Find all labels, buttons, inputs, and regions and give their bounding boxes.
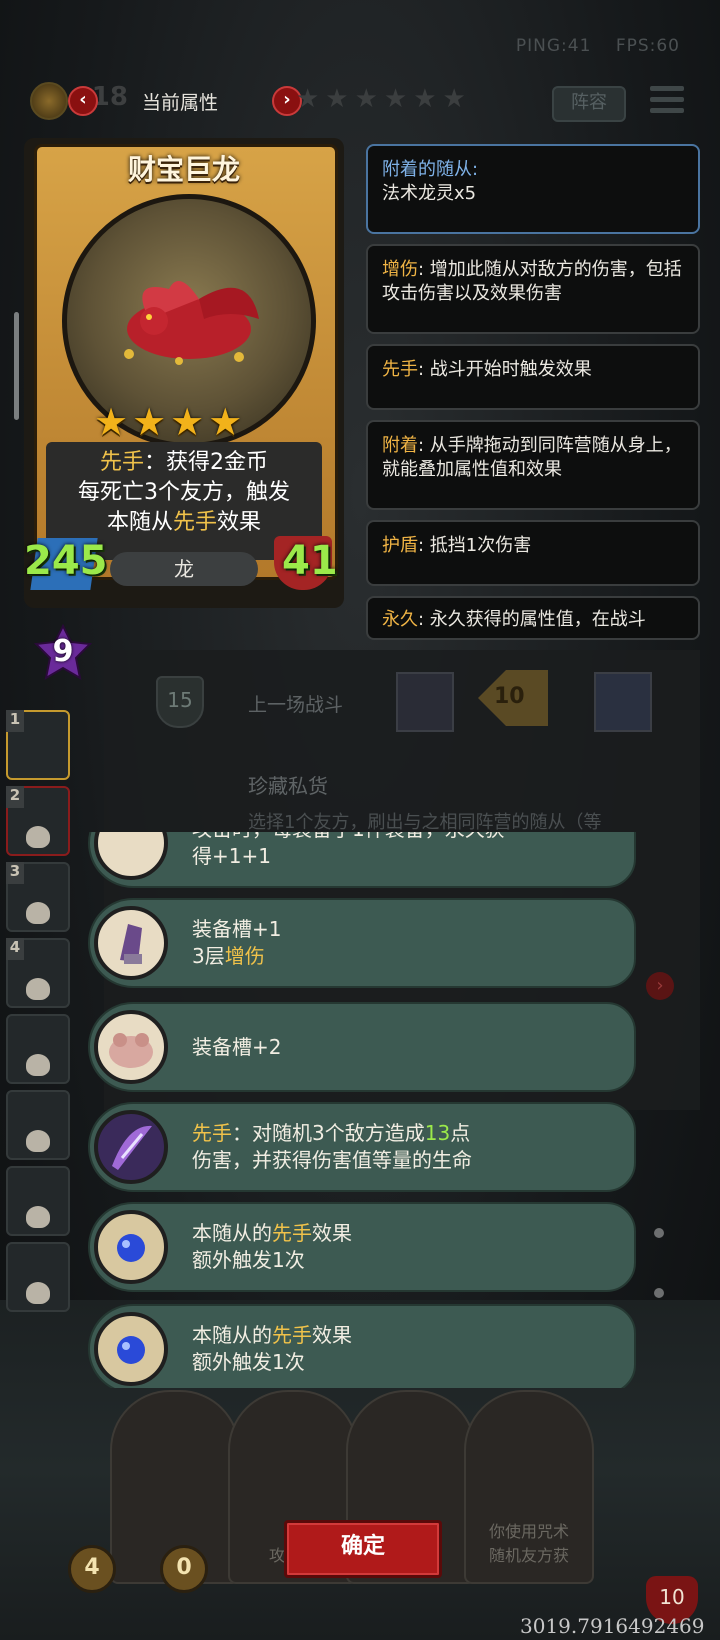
shop-card[interactable]: 你使用咒术 随机友方获 (464, 1390, 594, 1584)
skull-icon (26, 1282, 50, 1304)
attribute-title: 当前属性 (142, 92, 219, 114)
level-badge: 9 (33, 623, 93, 682)
minion-card: 财宝巨龙 ★★★★ 先手：获得2金币 每死亡3个友方，触发 本随从先手效果 24… (24, 138, 344, 608)
keyword-panel: 永久: 永久获得的属性值，在战斗 (366, 596, 700, 640)
skull-icon (26, 826, 50, 848)
level-value: 9 (52, 634, 74, 669)
item-text: 装备槽+1 3层增伤 (192, 917, 282, 968)
history-arrow-num: 10 (494, 684, 525, 709)
attached-item-list[interactable]: 攻击时，每装备了1件装备，永久获 得+1+1 装备槽+1 3层增伤 装备槽+2 … (86, 832, 638, 1388)
keyword-label: 附着 (382, 435, 418, 456)
history-thumb (396, 672, 454, 732)
history-thumb (594, 672, 652, 732)
card-stars: ★★★★ (94, 400, 247, 444)
skull-icon (26, 1054, 50, 1076)
roster-slot[interactable]: 1 (6, 710, 70, 780)
skull-icon (26, 1206, 50, 1228)
item-text: 先手：对随机3个敌方造成13点 伤害，并获得伤害值等量的生命 (192, 1121, 472, 1172)
keyword-panel: 护盾: 抵挡1次伤害 (366, 520, 700, 586)
item-text: 本随从的先手效果 额外触发1次 (192, 1221, 352, 1272)
footer-number: 3019.7916492469 (520, 1614, 705, 1638)
roster-slot[interactable]: 4 (6, 938, 70, 1008)
list-item[interactable]: 装备槽+1 3层增伤 (86, 898, 638, 988)
scrollbar[interactable] (14, 312, 19, 420)
keyword-panel: 先手: 战斗开始时触发效果 (366, 344, 700, 410)
health-value: 41 (282, 538, 338, 584)
pig-icon (94, 1010, 168, 1084)
skull-icon (26, 978, 50, 1000)
keyword-text: : 抵挡1次伤害 (418, 535, 532, 556)
roster-slot[interactable] (6, 1166, 70, 1236)
desc-text: ：获得2金币 (144, 450, 268, 475)
skull-icon (26, 902, 50, 924)
slot-number: 2 (6, 786, 24, 808)
slot-number: 1 (6, 710, 24, 732)
roster-slot[interactable] (6, 1090, 70, 1160)
gold-counter: 4 (68, 1545, 116, 1593)
keyword-label: 增伤 (382, 259, 418, 280)
list-item[interactable]: 先手：对随机3个敌方造成13点 伤害，并获得伤害值等量的生命 (86, 1102, 638, 1192)
slot-number: 4 (6, 938, 24, 960)
roster-slot[interactable] (6, 1014, 70, 1084)
scroll-dot (654, 1228, 664, 1238)
item-text: 本随从的先手效果 额外触发1次 (192, 1323, 352, 1374)
keyword-label: 附着的随从: (382, 159, 479, 180)
purple-blade-icon (94, 1110, 168, 1184)
roster-slot[interactable] (6, 1242, 70, 1312)
keyword-label: 先手 (382, 359, 418, 380)
fps-text: FPS:60 (615, 36, 680, 56)
gold-counter: 0 (160, 1545, 208, 1593)
blue-orb-icon (94, 1210, 168, 1284)
list-item[interactable]: 本随从的先手效果 额外触发1次 (86, 1202, 638, 1292)
keyword-panel: 增伤: 增加此随从对敌方的伤害，包括攻击伤害以及效果伤害 (366, 244, 700, 334)
coin-icon (30, 82, 68, 120)
desc-text: 每死亡3个友方，触发 (78, 480, 290, 505)
keyword-label: 护盾 (382, 535, 418, 556)
keyword-text: : 永久获得的属性值，在战斗 (418, 609, 646, 630)
roster-slot[interactable]: 2 (6, 786, 70, 856)
top-bar: +18 ‹ 当前属性 › ★★★★★★ 阵容 (0, 78, 720, 126)
attack-value: 245 (24, 538, 108, 584)
list-item[interactable]: 本随从的先手效果 额外触发1次 (86, 1304, 638, 1388)
gauntlet-icon (94, 906, 168, 980)
keyword-label: 永久 (382, 609, 418, 630)
chevron-right-icon[interactable]: › (646, 972, 674, 1000)
slot-number: 3 (6, 862, 24, 884)
list-item[interactable]: 攻击时，每装备了1件装备，永久获 得+1+1 (86, 832, 638, 888)
tavern-stars: ★★★★★★ (296, 84, 472, 114)
shield-icon: 15 (156, 676, 204, 728)
keyword-panel-attached: 附着的随从: 法术龙灵x5 (366, 144, 700, 234)
item-text: 装备槽+2 (192, 1035, 282, 1059)
lineup-button[interactable]: 阵容 (552, 86, 626, 122)
skull-icon (26, 1130, 50, 1152)
card-name: 财宝巨龙 (127, 153, 240, 186)
tribe-label: 龙 (110, 552, 258, 586)
confirm-button[interactable]: 确定 (284, 1520, 442, 1578)
history-title: 上一场战斗 (248, 694, 344, 716)
item-text: 攻击时，每装备了1件装备，永久获 得+1+1 (192, 832, 505, 868)
status-bar: PING:41 FPS:60 (498, 36, 680, 56)
keyword-text: 法术龙灵x5 (382, 183, 477, 204)
keyword-text: : 从手牌拖动到同阵营随从身上，就能叠加属性值和效果 (382, 435, 682, 480)
list-item[interactable]: 装备槽+2 (86, 1002, 638, 1092)
keyword-panel: 附着: 从手牌拖动到同阵营随从身上，就能叠加属性值和效果 (366, 420, 700, 510)
roster-slot[interactable]: 3 (6, 862, 70, 932)
desc-text: 效果 (217, 510, 262, 535)
desc-text: 本随从 (106, 510, 173, 535)
keyword-text: 先手 (172, 510, 217, 535)
blue-orb-icon (94, 1312, 168, 1386)
scroll-dot (654, 1288, 664, 1298)
keyword-text: 先手 (99, 450, 144, 475)
keyword-text: : 战斗开始时触发效果 (418, 359, 592, 380)
ping-text: PING:41 (515, 36, 592, 56)
menu-icon[interactable] (650, 86, 684, 116)
dragon-icon (124, 281, 259, 365)
history-subtitle: 珍藏私货 (248, 774, 328, 798)
history-subtitle-desc: 选择1个友方，刷出与之相同阵营的随从（等 (248, 812, 602, 833)
keyword-text: : 增加此随从对敌方的伤害，包括攻击伤害以及效果伤害 (382, 259, 682, 304)
prev-attribute-button[interactable]: ‹ (68, 86, 98, 116)
